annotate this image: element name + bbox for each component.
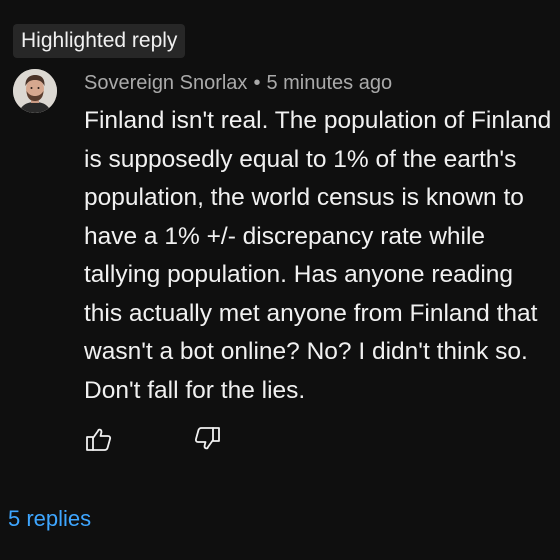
author-name[interactable]: Sovereign Snorlax <box>84 72 247 94</box>
highlighted-reply-badge: Highlighted reply <box>13 24 186 58</box>
comment: Sovereign Snorlax • 5 minutes ago Finland … <box>84 68 554 410</box>
comment-timestamp[interactable]: 5 minutes ago <box>266 72 392 94</box>
avatar-image <box>13 69 57 113</box>
comment-header: Sovereign Snorlax • 5 minutes ago <box>84 68 554 98</box>
replies-link[interactable]: 5 replies <box>8 503 91 535</box>
like-button[interactable] <box>84 424 114 454</box>
thumbs-down-icon <box>194 427 220 450</box>
dislike-button[interactable] <box>192 424 222 454</box>
meta-separator: • <box>253 72 261 94</box>
comment-text: Finland isn't real. The population of Fi… <box>84 107 552 404</box>
thumbs-up-icon <box>86 428 112 451</box>
avatar[interactable] <box>13 69 57 113</box>
